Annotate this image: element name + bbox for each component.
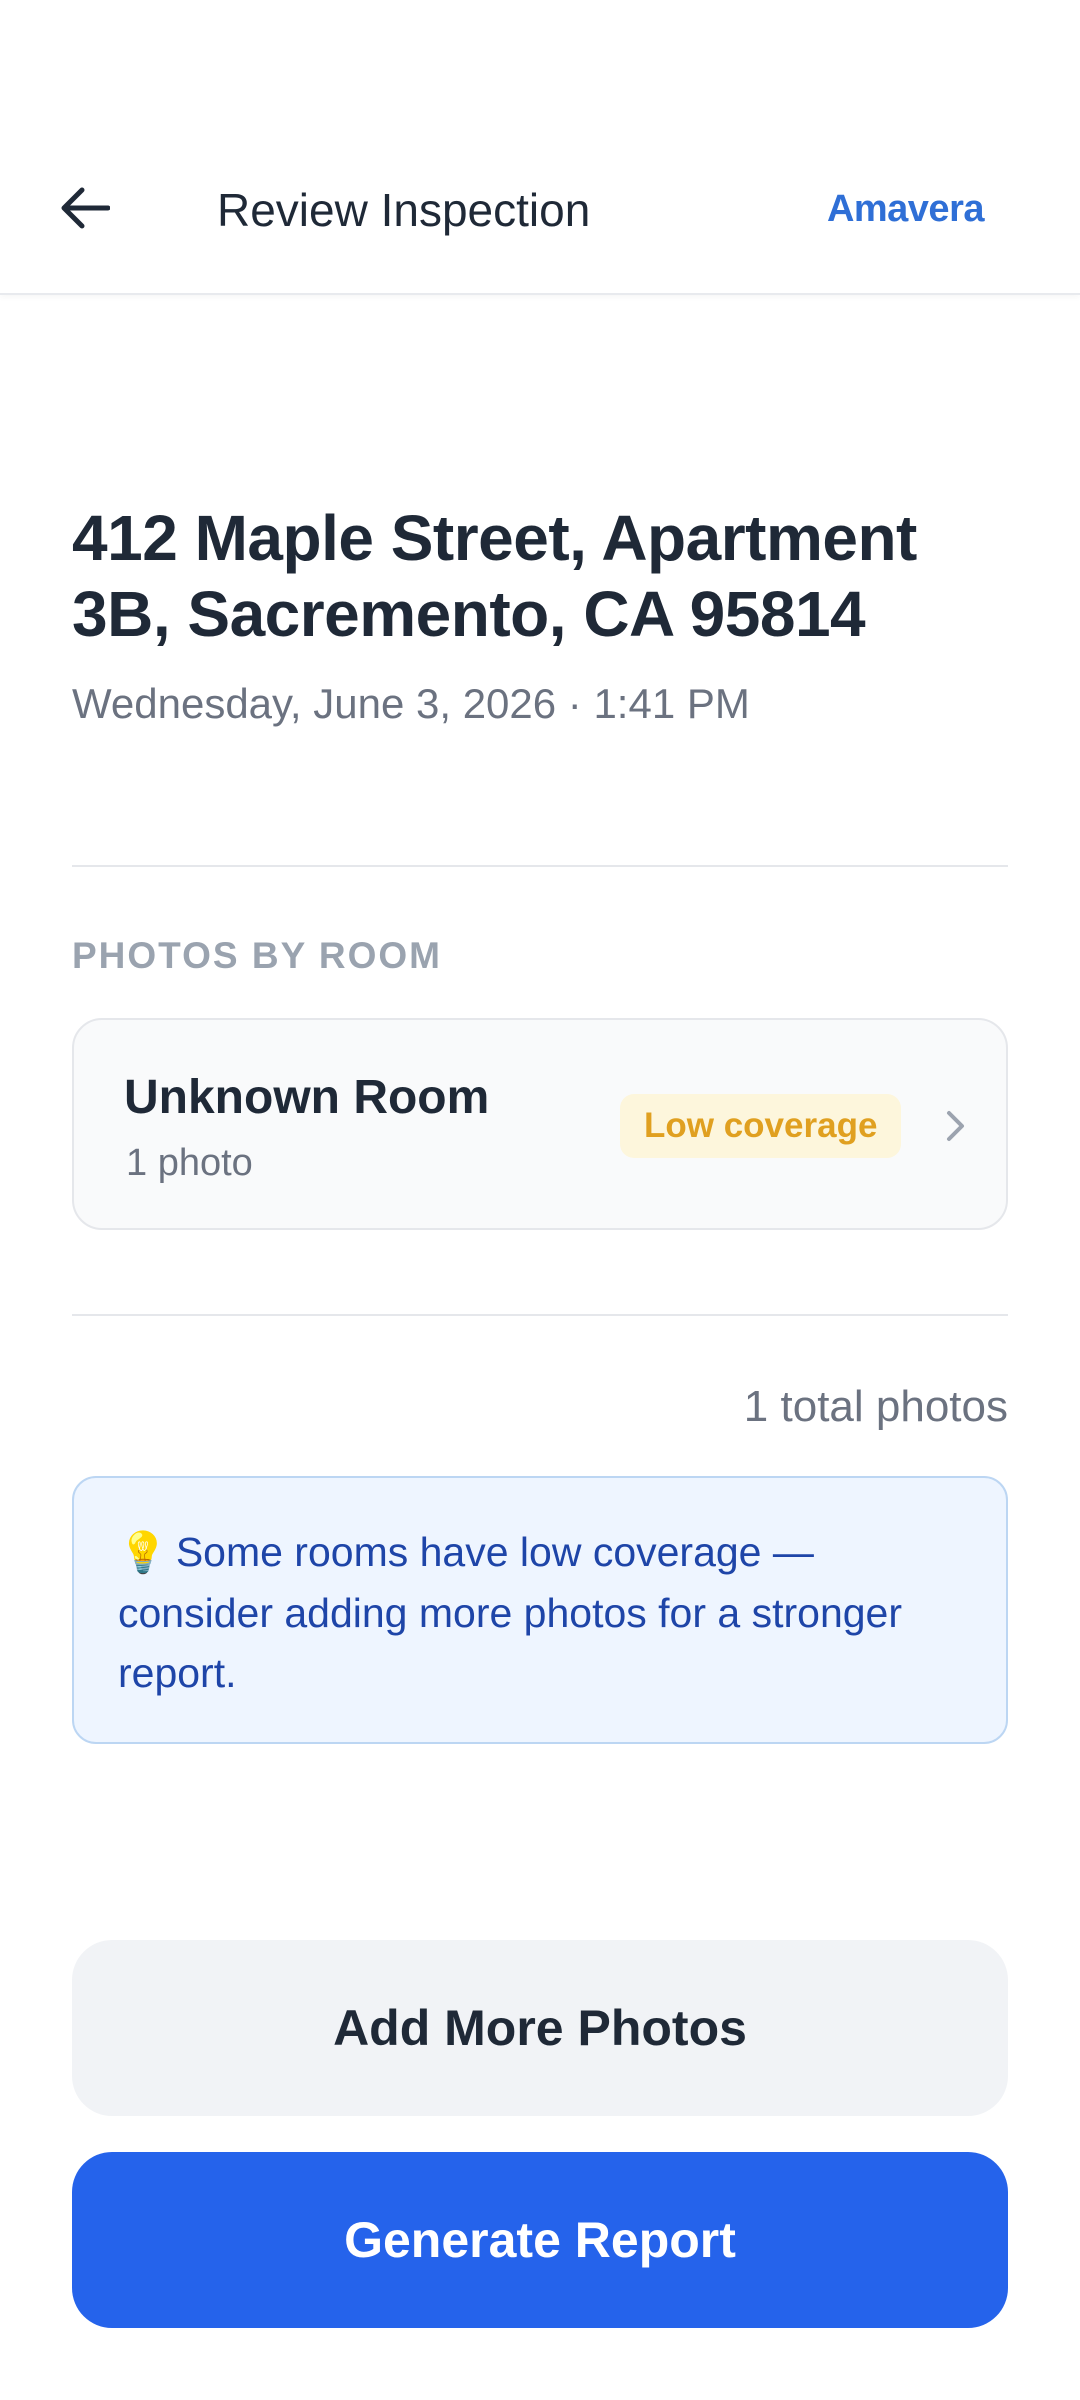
arrow-left-icon	[61, 187, 110, 229]
section-label-photos-by-room: PHOTOS BY ROOM	[72, 935, 442, 976]
property-address: 412 Maple Street, Apartment 3B, Sacremen…	[72, 502, 917, 650]
page-title: Review Inspection	[217, 184, 591, 236]
divider	[72, 865, 1008, 867]
add-more-photos-button[interactable]: Add More Photos	[72, 1940, 1008, 2116]
notice-message: Some rooms have low coverage — consider …	[118, 1529, 903, 1696]
inspection-datetime: Wednesday, June 3, 2026 · 1:41 PM	[72, 680, 750, 727]
room-card[interactable]: Unknown Room 1 photo Low coverage	[72, 1018, 1008, 1230]
divider	[72, 1314, 1008, 1316]
notice-text: 💡 Some rooms have low coverage — consider…	[118, 1522, 962, 1703]
generate-report-button[interactable]: Generate Report	[72, 2152, 1008, 2328]
lightbulb-icon: 💡	[118, 1531, 168, 1575]
room-name: Unknown Room	[124, 1071, 490, 1124]
brand-logo: Amavera	[826, 188, 985, 230]
total-photos-count: 1 total photos	[743, 1382, 1008, 1431]
back-button[interactable]	[52, 176, 116, 240]
low-coverage-notice: 💡 Some rooms have low coverage — consider…	[72, 1476, 1008, 1744]
app-bar: Review Inspection Amavera	[0, 0, 1080, 295]
room-photo-count: 1 photo	[126, 1142, 253, 1184]
coverage-badge: Low coverage	[620, 1094, 902, 1158]
chevron-right-icon	[936, 1106, 976, 1146]
